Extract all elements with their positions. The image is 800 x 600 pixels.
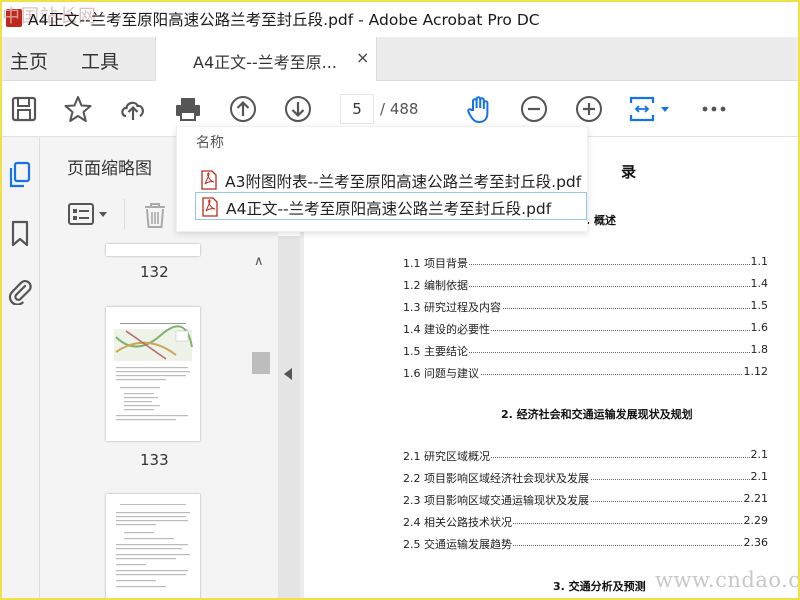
toc-entry[interactable]: 1.2 编制依据 1.4: [403, 277, 768, 293]
pdf-file-icon: [201, 170, 217, 190]
page-total: / 488: [380, 100, 419, 118]
save-icon[interactable]: [10, 95, 38, 123]
file-list-item-selected[interactable]: A4正文--兰考至原阳高速公路兰考至封丘段.pdf: [195, 192, 587, 220]
scroll-up-arrow-icon[interactable]: ∧: [254, 254, 264, 269]
file-list-item[interactable]: A3附图附表--兰考至原阳高速公路兰考至封丘段.pdf: [195, 166, 587, 194]
title-bar: 中国站长网 A4正文--兰考至原阳高速公路兰考至封丘段.pdf - Adobe …: [0, 0, 800, 37]
dropdown-header: 名称: [196, 135, 224, 151]
cloud-upload-icon[interactable]: [119, 95, 147, 123]
toc-entry[interactable]: 1.1 项目背景 1.1: [403, 255, 768, 271]
toc-entry[interactable]: 1.5 主要结论 1.8: [403, 343, 768, 359]
scrollbar-thumb[interactable]: [252, 352, 270, 374]
tab-tools[interactable]: 工具: [81, 47, 119, 74]
toc-entry[interactable]: 2.2 项目影响区域经济社会现状及发展 2.1: [403, 470, 768, 486]
toc-entry[interactable]: 1.3 研究过程及内容 1.5: [403, 299, 768, 315]
toc-entry[interactable]: 2.3 项目影响区域交通运输现状及发展 2.21: [403, 492, 768, 508]
zoom-in-icon[interactable]: [575, 95, 603, 123]
page-thumbnail[interactable]: [106, 244, 200, 256]
toc-entry[interactable]: 1.4 建设的必要性 1.6: [403, 321, 768, 337]
thumbnail-page-number: 133: [140, 451, 169, 469]
zoom-out-icon[interactable]: [520, 95, 548, 123]
bookmark-star-icon[interactable]: [64, 95, 92, 123]
more-options-icon[interactable]: [700, 95, 728, 123]
window-title: A4正文--兰考至原阳高速公路兰考至封丘段.pdf - Adobe Acroba…: [28, 11, 540, 29]
collapse-panel-handle[interactable]: [278, 236, 300, 600]
collapse-left-arrow-icon[interactable]: [284, 368, 292, 380]
toc-entry[interactable]: 2.1 研究区域概况 2.1: [403, 448, 768, 464]
tab-home[interactable]: 主页: [10, 47, 48, 74]
toc-entry[interactable]: 2.5 交通运输发展趋势 2.36: [403, 536, 768, 552]
page-thumbnail[interactable]: [106, 307, 200, 441]
page-thumbnail[interactable]: [106, 494, 200, 600]
toc-entry[interactable]: 1.6 问题与建议 1.12: [403, 365, 768, 381]
close-tab-icon[interactable]: ×: [356, 48, 369, 67]
page-number-input[interactable]: 5: [340, 94, 374, 124]
section-3-title: 3. 交通分析及预测: [553, 580, 646, 593]
section-1-title: . 概述: [586, 214, 617, 227]
tab-document-label: A4正文--兰考至原...: [193, 53, 337, 72]
attachment-paperclip-icon[interactable]: [6, 277, 34, 306]
thumbnail-options-icon[interactable]: [67, 201, 111, 231]
toolbar-separator: [124, 199, 125, 229]
delete-trash-icon[interactable]: [142, 201, 168, 233]
page-thumbnails-icon[interactable]: [6, 161, 34, 189]
hand-tool-icon[interactable]: [465, 95, 493, 124]
bookmark-icon[interactable]: [6, 219, 34, 247]
toc-heading: 录: [621, 163, 637, 181]
left-navigation-rail: [0, 137, 40, 600]
watermark-bottom: www.cndao.com: [655, 568, 800, 592]
panel-title: 页面缩略图: [67, 159, 152, 179]
previous-page-icon[interactable]: [229, 95, 257, 123]
section-2-title: 2. 经济社会和交通运输发展现状及规划: [501, 408, 693, 421]
open-files-dropdown: 名称 A3附图附表--兰考至原阳高速公路兰考至封丘段.pdf A4正文--兰考至…: [176, 126, 588, 232]
thumbnail-page-number: 132: [140, 263, 169, 281]
toc-entry[interactable]: 2.4 相关公路技术状况 2.29: [403, 514, 768, 530]
tab-document[interactable]: A4正文--兰考至原... ×: [155, 37, 377, 81]
tab-bar: 主页 工具 A4正文--兰考至原... ×: [0, 37, 800, 81]
pdf-file-icon: [202, 197, 218, 217]
fit-page-icon[interactable]: [628, 95, 672, 123]
print-icon[interactable]: [174, 95, 202, 123]
next-page-icon[interactable]: [284, 95, 312, 123]
file-name: A3附图附表--兰考至原阳高速公路兰考至封丘段.pdf: [225, 173, 582, 191]
file-name: A4正文--兰考至原阳高速公路兰考至封丘段.pdf: [226, 200, 552, 218]
thumbnail-scrollbar[interactable]: [252, 255, 270, 600]
